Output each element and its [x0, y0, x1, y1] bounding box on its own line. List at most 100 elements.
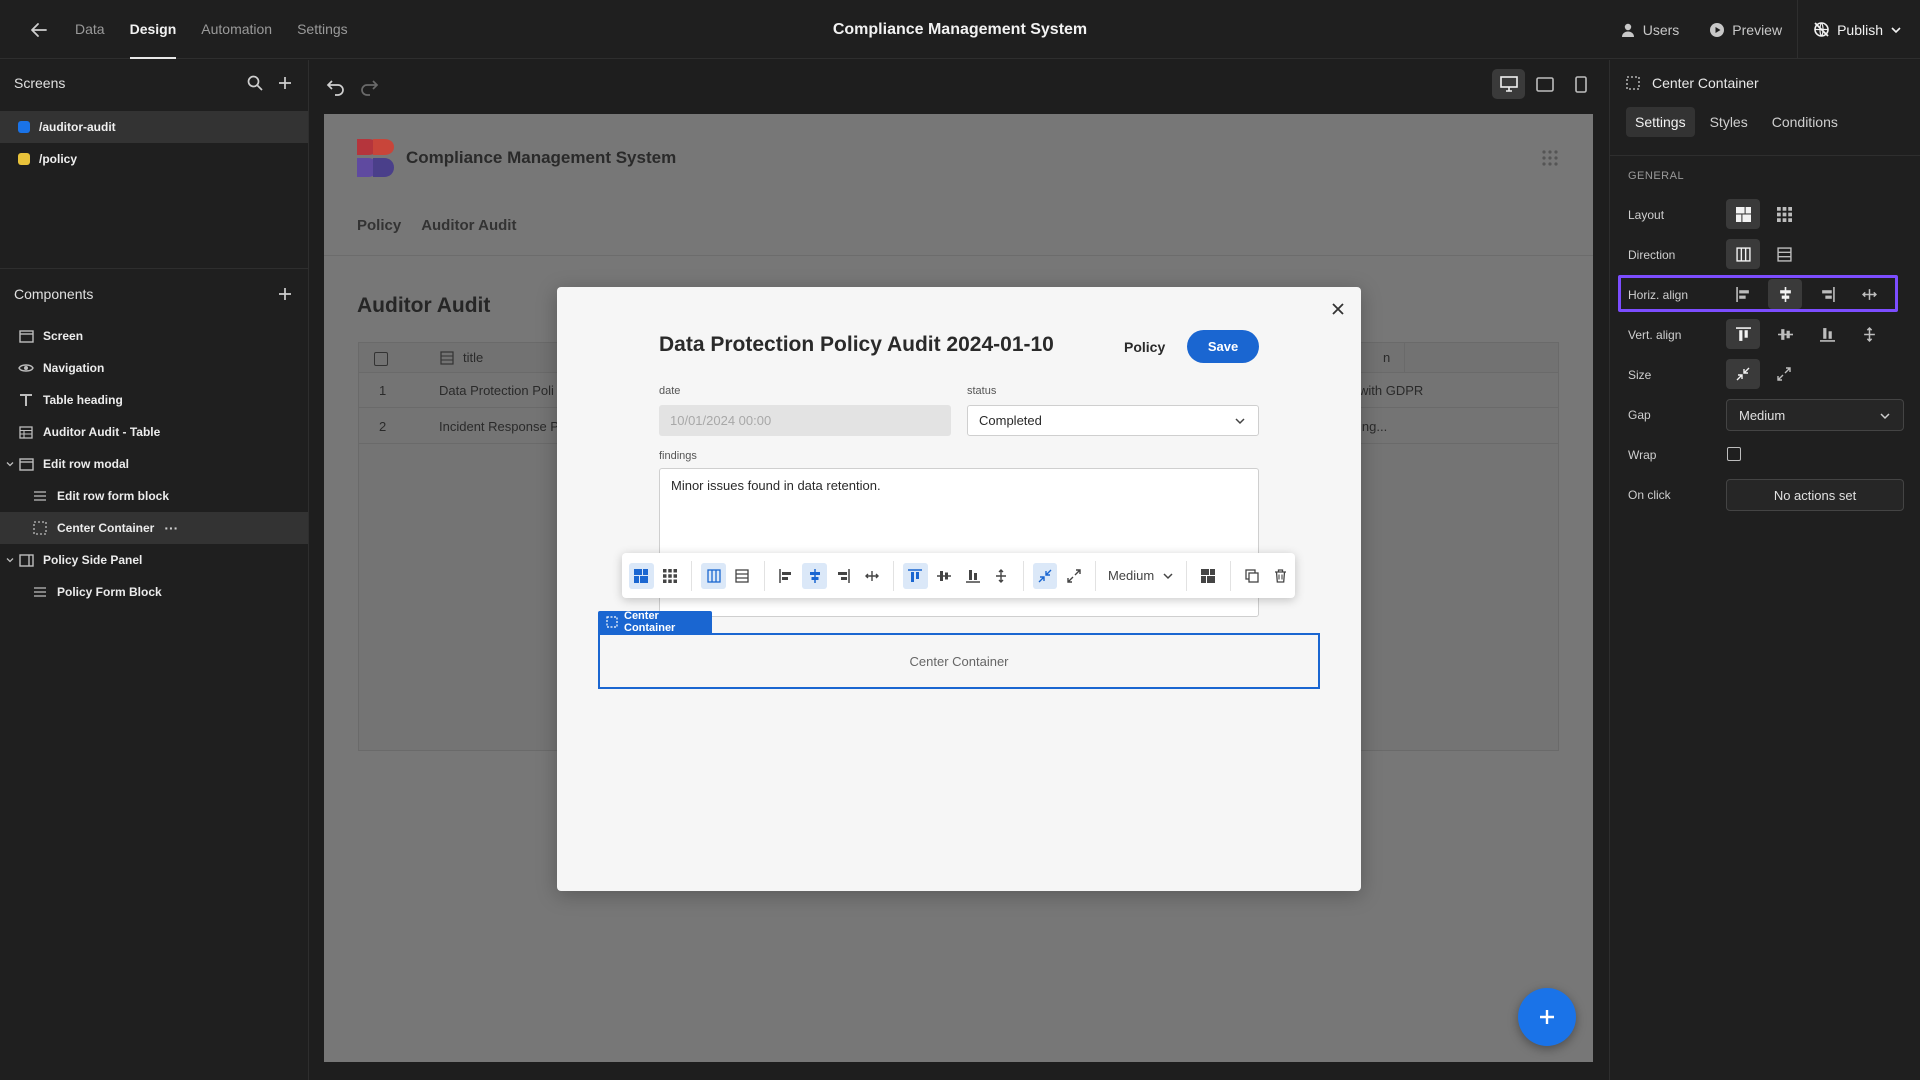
- valign-middle-icon[interactable]: [932, 563, 957, 589]
- column-header-title[interactable]: title: [463, 350, 483, 365]
- users-button[interactable]: Users: [1605, 0, 1695, 59]
- add-screen-icon[interactable]: [276, 74, 294, 92]
- delete-icon[interactable]: [1268, 563, 1293, 589]
- wrap-checkbox[interactable]: [1727, 447, 1741, 461]
- valign-stretch-icon[interactable]: [989, 563, 1014, 589]
- nav-settings[interactable]: Settings: [297, 0, 348, 59]
- toolbar-divider: [1186, 560, 1188, 591]
- component-edit-row-form-block[interactable]: Edit row form block: [0, 480, 308, 512]
- screen-item-auditor-audit[interactable]: /auditor-audit: [0, 111, 308, 143]
- row-title: Data Protection Poli: [439, 383, 554, 398]
- status-value: Completed: [979, 413, 1042, 428]
- component-policy-form-block[interactable]: Policy Form Block: [0, 576, 308, 608]
- tab-conditions[interactable]: Conditions: [1763, 107, 1847, 137]
- top-nav: Data Design Automation Settings: [75, 0, 348, 59]
- direction-horizontal-icon[interactable]: [1767, 239, 1801, 269]
- chevron-down-icon[interactable]: [6, 460, 18, 468]
- tab-settings[interactable]: Settings: [1626, 107, 1695, 137]
- column-header-partial[interactable]: n: [1383, 350, 1390, 365]
- component-policy-side-panel[interactable]: Policy Side Panel: [0, 544, 308, 576]
- apps-grid-icon[interactable]: [1541, 149, 1559, 167]
- chevron-down-icon: [1890, 24, 1902, 36]
- component-table-heading[interactable]: Table heading: [0, 384, 308, 416]
- nav-automation[interactable]: Automation: [201, 0, 272, 59]
- center-container-tag[interactable]: Center Container: [598, 610, 712, 634]
- direction-vertical-icon[interactable]: [701, 562, 726, 589]
- save-button[interactable]: Save: [1187, 330, 1259, 363]
- screen-item-policy[interactable]: /policy: [0, 143, 308, 175]
- policy-link[interactable]: Policy: [1124, 339, 1165, 355]
- wrap-icon[interactable]: [1196, 563, 1221, 589]
- mobile-icon[interactable]: [1564, 69, 1597, 99]
- direction-vertical-icon[interactable]: [1726, 239, 1760, 269]
- on-click-actions-button[interactable]: No actions set: [1726, 479, 1904, 511]
- add-fab-button[interactable]: [1518, 988, 1576, 1046]
- component-label: Screen: [43, 329, 84, 343]
- toolbar-divider: [763, 560, 765, 591]
- align-stretch-icon[interactable]: [1852, 279, 1886, 309]
- container-icon: [32, 520, 48, 536]
- align-right-icon[interactable]: [831, 563, 856, 589]
- valign-stretch-icon[interactable]: [1852, 319, 1886, 349]
- component-edit-row-modal[interactable]: Edit row modal: [0, 448, 308, 480]
- publish-button[interactable]: Publish: [1798, 0, 1920, 59]
- gap-select[interactable]: Medium: [1726, 399, 1904, 431]
- desktop-icon[interactable]: [1492, 69, 1525, 99]
- align-stretch-icon[interactable]: [860, 563, 885, 589]
- align-center-icon[interactable]: [1768, 279, 1802, 309]
- text-icon: [18, 392, 34, 408]
- center-container[interactable]: Center Container: [598, 633, 1320, 689]
- settings-tabs: Settings Styles Conditions: [1626, 107, 1847, 137]
- component-navigation[interactable]: Navigation: [0, 352, 308, 384]
- toolbar-divider: [1095, 560, 1096, 591]
- chevron-down-icon[interactable]: [6, 556, 18, 564]
- grow-icon[interactable]: [1767, 359, 1801, 389]
- gap-select[interactable]: Medium: [1103, 568, 1179, 583]
- redo-icon[interactable]: [358, 75, 380, 97]
- grow-icon[interactable]: [1061, 563, 1086, 589]
- direction-horizontal-icon[interactable]: [730, 563, 755, 589]
- valign-middle-icon[interactable]: [1768, 319, 1802, 349]
- component-auditor-audit-table[interactable]: Auditor Audit - Table: [0, 416, 308, 448]
- screen-color-dot: [18, 121, 30, 133]
- back-arrow-icon[interactable]: [28, 19, 50, 41]
- align-right-icon[interactable]: [1810, 279, 1844, 309]
- preview-nav-auditor-audit[interactable]: Auditor Audit: [421, 217, 516, 234]
- layout-grid-icon[interactable]: [658, 563, 683, 589]
- duplicate-icon[interactable]: [1240, 563, 1265, 589]
- shrink-icon[interactable]: [1032, 562, 1058, 589]
- shrink-icon[interactable]: [1726, 359, 1760, 389]
- component-screen[interactable]: Screen: [0, 320, 308, 352]
- undo-icon[interactable]: [325, 75, 347, 97]
- valign-top-icon[interactable]: [1726, 319, 1760, 349]
- select-all-checkbox[interactable]: [374, 352, 388, 366]
- app-logo: [357, 139, 395, 177]
- align-left-icon[interactable]: [774, 563, 799, 589]
- preview-button[interactable]: Preview: [1694, 0, 1797, 59]
- more-options-icon[interactable]: ···: [164, 520, 178, 536]
- panel-divider: [0, 268, 308, 269]
- nav-data[interactable]: Data: [75, 0, 105, 59]
- align-center-icon[interactable]: [802, 562, 827, 589]
- valign-bottom-icon[interactable]: [1810, 319, 1844, 349]
- row-cell: ing...: [1359, 419, 1388, 434]
- layout-flex-icon[interactable]: [629, 562, 654, 589]
- tablet-icon[interactable]: [1528, 69, 1561, 99]
- valign-top-icon[interactable]: [903, 562, 928, 589]
- align-left-icon[interactable]: [1726, 279, 1760, 309]
- add-component-icon[interactable]: [276, 285, 294, 303]
- close-icon[interactable]: [1328, 299, 1348, 319]
- valign-bottom-icon[interactable]: [960, 563, 985, 589]
- status-select[interactable]: Completed: [967, 405, 1259, 436]
- modal-icon: [18, 456, 34, 472]
- row-title: Incident Response P: [439, 419, 559, 434]
- component-center-container[interactable]: Center Container ···: [0, 512, 308, 544]
- layout-flex-icon[interactable]: [1726, 199, 1760, 229]
- nav-design[interactable]: Design: [129, 0, 176, 59]
- search-icon[interactable]: [246, 74, 264, 92]
- panel-divider: [1610, 155, 1920, 156]
- tab-styles[interactable]: Styles: [1701, 107, 1757, 137]
- preview-nav-policy[interactable]: Policy: [357, 217, 401, 234]
- on-click-label: On click: [1628, 488, 1671, 502]
- layout-grid-icon[interactable]: [1767, 199, 1801, 229]
